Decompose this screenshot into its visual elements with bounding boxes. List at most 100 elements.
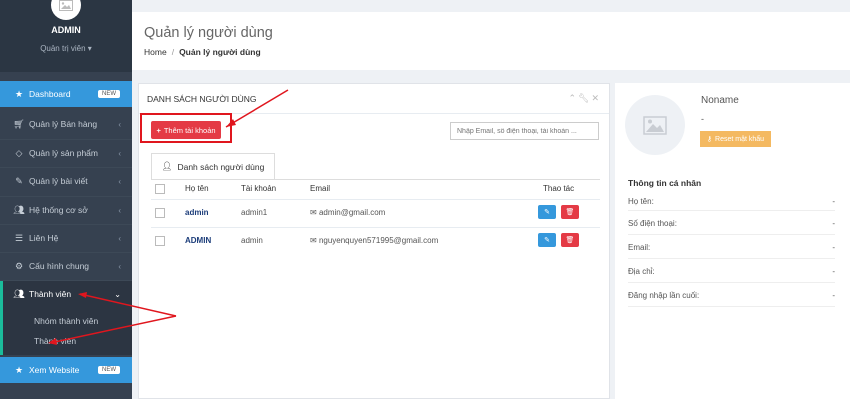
info-label: Email: [628, 243, 651, 252]
gear-icon: ⚙ [14, 260, 24, 271]
sidebar-item-label: Quản lý sản phẩm [29, 148, 98, 158]
sidebar-item-label: Thành viên [29, 289, 72, 299]
info-label: Số điện thoại: [628, 219, 677, 228]
user-name-link[interactable]: admin [185, 208, 209, 217]
sidebar-item-label: Dashboard [29, 89, 71, 99]
sidebar-item-label: Hệ thống cơ sở [29, 205, 88, 215]
account-cell: admin1 [241, 208, 268, 217]
chevron-left-icon: ‹ [118, 205, 121, 215]
edit-icon: ✎ [544, 209, 550, 216]
sidebar-item-label: Cấu hình chung [29, 261, 90, 271]
submenu-item-members[interactable]: Thành viên [34, 336, 76, 346]
wrench-icon[interactable]: 🔧︎ [578, 93, 591, 103]
profile-subtitle: - [701, 114, 704, 124]
user-icon: 👤︎ [161, 161, 173, 171]
sidebar-item-sales[interactable]: 🛒︎ Quản lý Bán hàng ‹ [0, 111, 132, 137]
info-row-address: Địa chỉ: - [628, 267, 835, 276]
sidebar-item-website[interactable]: ★ Xem Website NEW [0, 357, 132, 383]
page-header: Quản lý người dùng Home / Quản lý người dù… [132, 12, 850, 70]
role-label: Quản trị viên [40, 44, 86, 53]
users-icon: 👥︎ [13, 204, 25, 215]
tab-label: Danh sách người dùng [177, 161, 265, 172]
sidebar-item-posts[interactable]: ✎ Quản lý bài viết ‹ [0, 168, 132, 194]
breadcrumb-home[interactable]: Home [144, 47, 167, 57]
search-input[interactable] [450, 122, 599, 140]
column-header-email[interactable]: Email [310, 184, 330, 193]
breadcrumb: Home / Quản lý người dùng [144, 47, 261, 57]
divider [628, 210, 835, 211]
info-value: - [832, 243, 835, 252]
star-icon: ★ [14, 88, 24, 99]
divider [151, 227, 600, 228]
info-label: Địa chỉ: [628, 267, 655, 276]
sidebar-profile: ADMIN Quản trị viên ▾ [0, 0, 132, 72]
row-checkbox[interactable] [155, 236, 165, 246]
info-label: Họ tên: [628, 197, 654, 206]
divider [628, 282, 835, 283]
sidebar-item-settings[interactable]: ⚙ Cấu hình chung ‹ [0, 253, 132, 279]
info-row-last-login: Đăng nhập lần cuối: - [628, 291, 835, 300]
add-account-button[interactable]: + Thêm tài khoản [151, 121, 221, 139]
image-placeholder-icon [643, 115, 667, 135]
sidebar-item-system[interactable]: 👥︎ Hệ thống cơ sở ‹ [0, 197, 132, 223]
chevron-left-icon: ‹ [118, 148, 121, 158]
profile-name: Noname [701, 95, 739, 106]
envelope-icon: ✉ [310, 208, 317, 217]
sidebar-item-dashboard[interactable]: ★ Dashboard NEW [0, 81, 132, 107]
select-all-checkbox[interactable] [155, 184, 165, 194]
members-submenu: Nhóm thành viên Thành viên [0, 307, 132, 355]
admin-avatar[interactable] [51, 0, 81, 20]
user-name-link[interactable]: ADMIN [185, 236, 211, 245]
chevron-left-icon: ‹ [118, 233, 121, 243]
tab-user-list[interactable]: 👤︎ Danh sách người dùng [151, 153, 275, 180]
reset-password-button[interactable]: ⚷ Reset mật khẩu [700, 131, 771, 147]
add-account-label: Thêm tài khoản [163, 125, 216, 135]
envelope-icon: ✉ [310, 236, 317, 245]
submenu-item-member-groups[interactable]: Nhóm thành viên [34, 316, 98, 326]
row-checkbox[interactable] [155, 208, 165, 218]
panel-title: DANH SÁCH NGƯỜI DÙNG [147, 94, 257, 104]
delete-button[interactable]: 🗑︎ [561, 233, 579, 247]
sidebar: ADMIN Quản trị viên ▾ ★ Dashboard NEW 🛒︎… [0, 0, 132, 399]
chevron-down-icon: ⌄ [114, 289, 121, 299]
key-icon: ⚷ [706, 136, 713, 143]
new-badge: NEW [98, 366, 120, 374]
info-row-email: Email: - [628, 243, 835, 252]
info-row-fullname: Họ tên: - [628, 197, 835, 206]
delete-button[interactable]: 🗑︎ [561, 205, 579, 219]
divider [628, 234, 835, 235]
top-strip [132, 0, 850, 12]
sidebar-item-members[interactable]: 👥︎ Thành viên ⌄ [0, 281, 132, 307]
email-text: admin@gmail.com [318, 208, 386, 217]
sidebar-item-label: Quản lý bài viết [29, 176, 88, 186]
role-dropdown[interactable]: Quản trị viên ▾ [0, 44, 132, 53]
trash-icon: 🗑︎ [565, 209, 575, 216]
trash-icon: 🗑︎ [565, 237, 575, 244]
info-row-phone: Số điện thoại: - [628, 219, 835, 228]
info-value: - [832, 219, 835, 228]
edit-button[interactable]: ✎ [538, 205, 556, 219]
chevron-left-icon: ‹ [118, 119, 121, 129]
profile-avatar [625, 95, 685, 155]
column-header-account[interactable]: Tài khoản [241, 184, 276, 193]
collapse-icon[interactable]: ⌃ [568, 93, 578, 103]
info-value: - [832, 267, 835, 276]
close-icon[interactable]: ✕ [591, 93, 601, 103]
sidebar-item-products[interactable]: ◇ Quản lý sản phẩm ‹ [0, 140, 132, 166]
edit-button[interactable]: ✎ [538, 233, 556, 247]
panel-tools: ⌃🔧︎✕ [568, 93, 601, 104]
admin-name: ADMIN [51, 25, 81, 35]
profile-panel: Noname - ⚷ Reset mật khẩu Thông tin cá nh… [615, 83, 850, 399]
edit-icon: ✎ [15, 175, 23, 186]
sidebar-item-contact[interactable]: ☰ Liên Hệ ‹ [0, 225, 132, 251]
column-header-name[interactable]: Họ tên [185, 184, 209, 193]
plus-icon: + [156, 125, 161, 135]
sidebar-item-label: Xem Website [29, 365, 80, 375]
email-cell: ✉ admin@gmail.com [310, 208, 385, 217]
info-value: - [832, 197, 835, 206]
divider [151, 199, 600, 200]
user-list-panel: DANH SÁCH NGƯỜI DÙNG ⌃🔧︎✕ + Thêm tài khoả… [138, 83, 610, 399]
new-badge: NEW [98, 90, 120, 98]
divider [628, 258, 835, 259]
info-value: - [832, 291, 835, 300]
